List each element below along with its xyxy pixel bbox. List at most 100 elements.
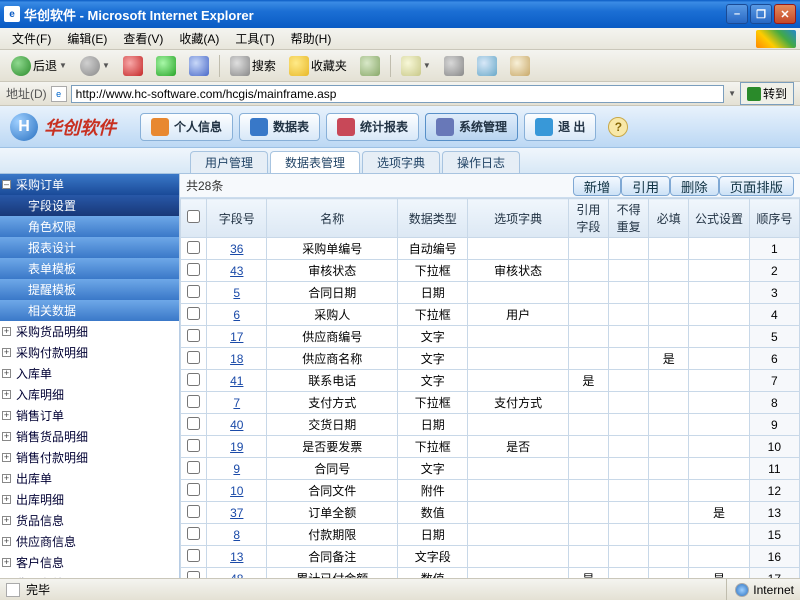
column-header[interactable]: 数据类型 (398, 199, 468, 238)
row-checkbox[interactable] (187, 263, 200, 276)
tree-node[interactable]: 表单模板 (0, 258, 179, 279)
field-id-link[interactable]: 37 (207, 502, 267, 524)
help-button[interactable]: ? (608, 117, 628, 137)
menu-item[interactable]: 收藏(A) (171, 30, 227, 48)
column-header[interactable]: 顺序号 (749, 199, 799, 238)
menu-item[interactable]: 编辑(E) (59, 30, 115, 48)
expand-icon[interactable]: + (2, 348, 11, 357)
tree-node[interactable]: +供应商信息 (0, 531, 179, 552)
mail-button[interactable]: ▼ (396, 53, 436, 79)
tree-node[interactable]: +客户信息 (0, 552, 179, 573)
row-checkbox[interactable] (187, 571, 200, 579)
expand-icon[interactable]: + (2, 453, 11, 462)
minimize-button[interactable]: – (726, 4, 748, 24)
topnav-button[interactable]: 个人信息 (140, 113, 233, 141)
expand-icon[interactable]: + (2, 432, 11, 441)
tree-node[interactable]: +采购付款明细 (0, 342, 179, 363)
grid-action-button[interactable]: 新增 (573, 176, 622, 196)
expand-icon[interactable]: + (2, 411, 11, 420)
home-button[interactable] (184, 53, 214, 79)
expand-icon[interactable]: + (2, 474, 11, 483)
expand-icon[interactable]: + (2, 495, 11, 504)
tree-node[interactable]: +货品有效期 (0, 573, 179, 578)
grid-action-button[interactable]: 引用 (621, 176, 670, 196)
row-checkbox[interactable] (187, 549, 200, 562)
column-header[interactable]: 名称 (267, 199, 398, 238)
row-checkbox[interactable] (187, 285, 200, 298)
field-id-link[interactable]: 9 (207, 458, 267, 480)
column-header[interactable]: 必填 (649, 199, 689, 238)
field-id-link[interactable]: 48 (207, 568, 267, 579)
topnav-button[interactable]: 统计报表 (326, 113, 419, 141)
field-id-link[interactable]: 10 (207, 480, 267, 502)
url-dropdown[interactable]: ▼ (728, 89, 736, 98)
field-id-link[interactable]: 8 (207, 524, 267, 546)
tree-node[interactable]: 字段设置 (0, 195, 179, 216)
row-checkbox[interactable] (187, 395, 200, 408)
grid-action-button[interactable]: 页面排版 (719, 176, 794, 196)
expand-icon[interactable]: + (2, 516, 11, 525)
menu-item[interactable]: 帮助(H) (283, 30, 340, 48)
expand-icon[interactable]: + (2, 327, 11, 336)
row-checkbox[interactable] (187, 527, 200, 540)
field-id-link[interactable]: 17 (207, 326, 267, 348)
column-header[interactable]: 字段号 (207, 199, 267, 238)
tab[interactable]: 用户管理 (190, 151, 268, 173)
field-id-link[interactable]: 7 (207, 392, 267, 414)
topnav-button[interactable]: 数据表 (239, 113, 320, 141)
field-id-link[interactable]: 43 (207, 260, 267, 282)
row-checkbox[interactable] (187, 241, 200, 254)
favorites-button[interactable]: 收藏夹 (284, 53, 352, 79)
search-button[interactable]: 搜索 (225, 53, 281, 79)
row-checkbox[interactable] (187, 439, 200, 452)
go-button[interactable]: 转到 (740, 82, 794, 105)
tree-node[interactable]: +出库单 (0, 468, 179, 489)
maximize-button[interactable]: ❐ (750, 4, 772, 24)
menu-item[interactable]: 工具(T) (227, 30, 282, 48)
column-header[interactable]: 不得重复 (609, 199, 649, 238)
discuss-button[interactable] (505, 53, 535, 79)
close-button[interactable]: ✕ (774, 4, 796, 24)
menu-item[interactable]: 文件(F) (4, 30, 59, 48)
row-checkbox[interactable] (187, 461, 200, 474)
field-id-link[interactable]: 19 (207, 436, 267, 458)
row-checkbox[interactable] (187, 307, 200, 320)
grid-scroll[interactable]: 字段号名称数据类型选项字典引用字段不得重复必填公式设置顺序号 36采购单编号自动… (180, 198, 800, 578)
topnav-button[interactable]: 退 出 (524, 113, 596, 141)
row-checkbox[interactable] (187, 417, 200, 430)
tab[interactable]: 选项字典 (362, 151, 440, 173)
print-button[interactable] (439, 53, 469, 79)
back-button[interactable]: 后退▼ (6, 53, 72, 79)
column-header[interactable] (181, 199, 207, 238)
forward-button[interactable]: ▼ (75, 53, 115, 79)
tree-node[interactable]: 角色权限 (0, 216, 179, 237)
expand-icon[interactable]: + (2, 369, 11, 378)
field-id-link[interactable]: 40 (207, 414, 267, 436)
tree-node[interactable]: +入库明细 (0, 384, 179, 405)
tree-node[interactable]: 相关数据 (0, 300, 179, 321)
field-id-link[interactable]: 6 (207, 304, 267, 326)
row-checkbox[interactable] (187, 329, 200, 342)
edit-button[interactable] (472, 53, 502, 79)
row-checkbox[interactable] (187, 351, 200, 364)
tree-node[interactable]: +出库明细 (0, 489, 179, 510)
column-header[interactable]: 选项字典 (468, 199, 568, 238)
tree-node[interactable]: +采购货品明细 (0, 321, 179, 342)
tree-node[interactable]: +销售付款明细 (0, 447, 179, 468)
refresh-button[interactable] (151, 53, 181, 79)
field-id-link[interactable]: 18 (207, 348, 267, 370)
tree-node[interactable]: +货品信息 (0, 510, 179, 531)
stop-button[interactable] (118, 53, 148, 79)
expand-icon[interactable]: + (2, 558, 11, 567)
tab[interactable]: 操作日志 (442, 151, 520, 173)
expand-icon[interactable]: – (2, 180, 11, 189)
tree-node[interactable]: +入库单 (0, 363, 179, 384)
row-checkbox[interactable] (187, 483, 200, 496)
field-id-link[interactable]: 5 (207, 282, 267, 304)
row-checkbox[interactable] (187, 505, 200, 518)
field-id-link[interactable]: 13 (207, 546, 267, 568)
select-all-checkbox[interactable] (187, 210, 200, 223)
field-id-link[interactable]: 41 (207, 370, 267, 392)
grid-action-button[interactable]: 删除 (670, 176, 719, 196)
expand-icon[interactable]: + (2, 537, 11, 546)
